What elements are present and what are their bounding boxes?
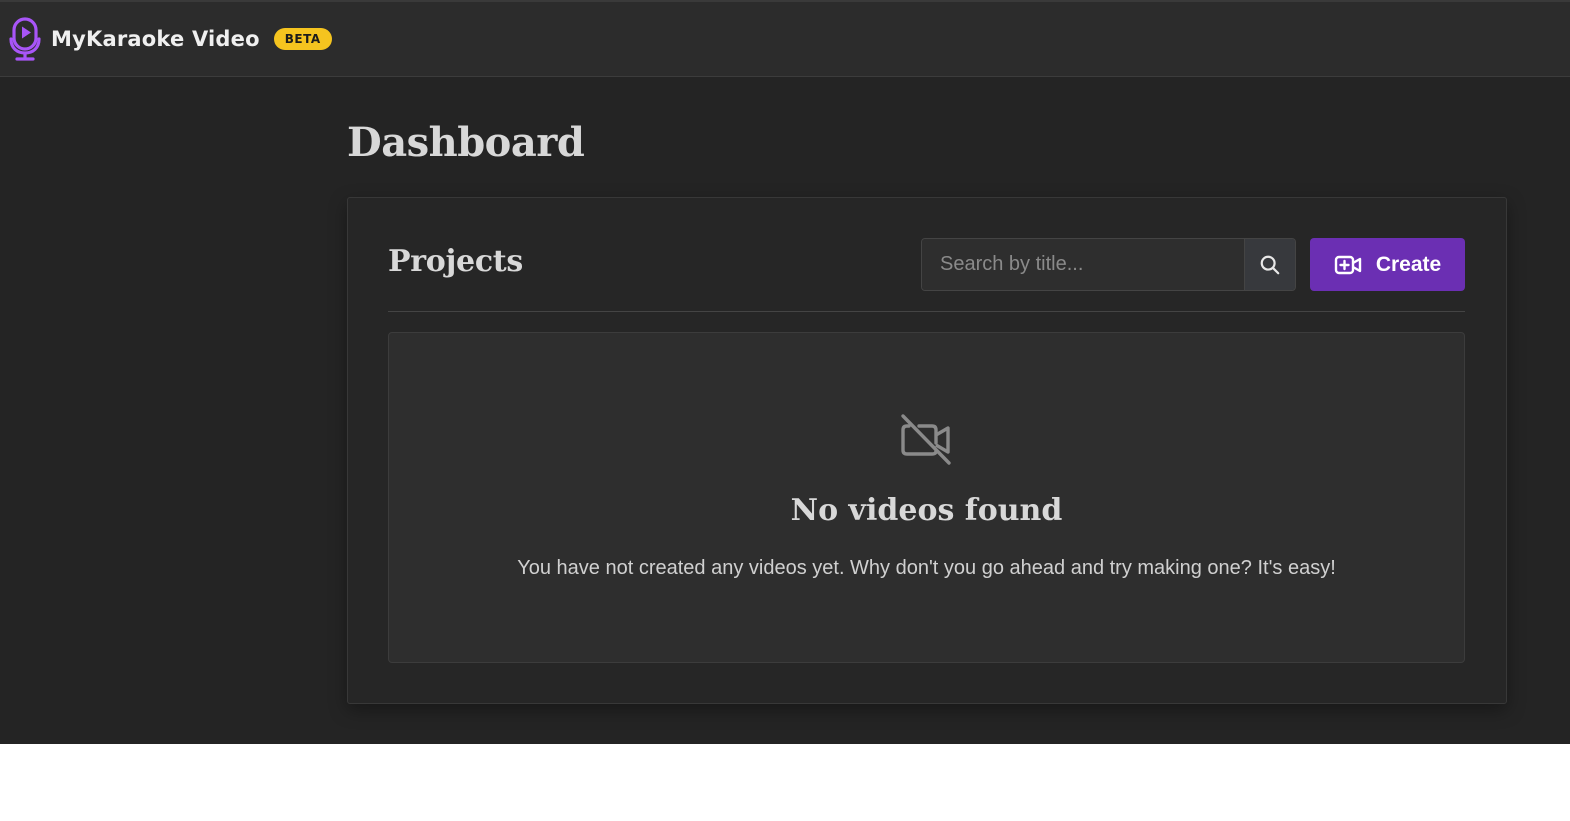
page-title: Dashboard: [347, 119, 585, 166]
header-divider: [388, 311, 1465, 312]
brand[interactable]: MyKaraoke Video BETA: [8, 17, 332, 61]
search-input[interactable]: [922, 239, 1244, 290]
empty-state-title: No videos found: [790, 493, 1063, 528]
empty-state-message: You have not created any videos yet. Why…: [517, 557, 1336, 579]
create-button-label: Create: [1375, 252, 1442, 276]
search-group: [921, 238, 1296, 291]
app-name: MyKaraoke Video: [51, 27, 260, 51]
beta-badge: BETA: [273, 28, 332, 50]
video-plus-icon: [1334, 254, 1362, 276]
empty-state: No videos found You have not created any…: [388, 332, 1465, 663]
top-navbar: MyKaraoke Video BETA: [0, 0, 1570, 77]
app-root: MyKaraoke Video BETA Dashboard Projects: [0, 0, 1570, 744]
projects-title: Projects: [388, 244, 523, 279]
projects-panel: Projects Create: [347, 197, 1507, 704]
search-icon: [1260, 255, 1280, 274]
search-button[interactable]: [1244, 239, 1295, 290]
video-off-icon: [901, 414, 951, 465]
create-button[interactable]: Create: [1310, 238, 1465, 291]
microphone-logo-icon: [9, 17, 41, 61]
